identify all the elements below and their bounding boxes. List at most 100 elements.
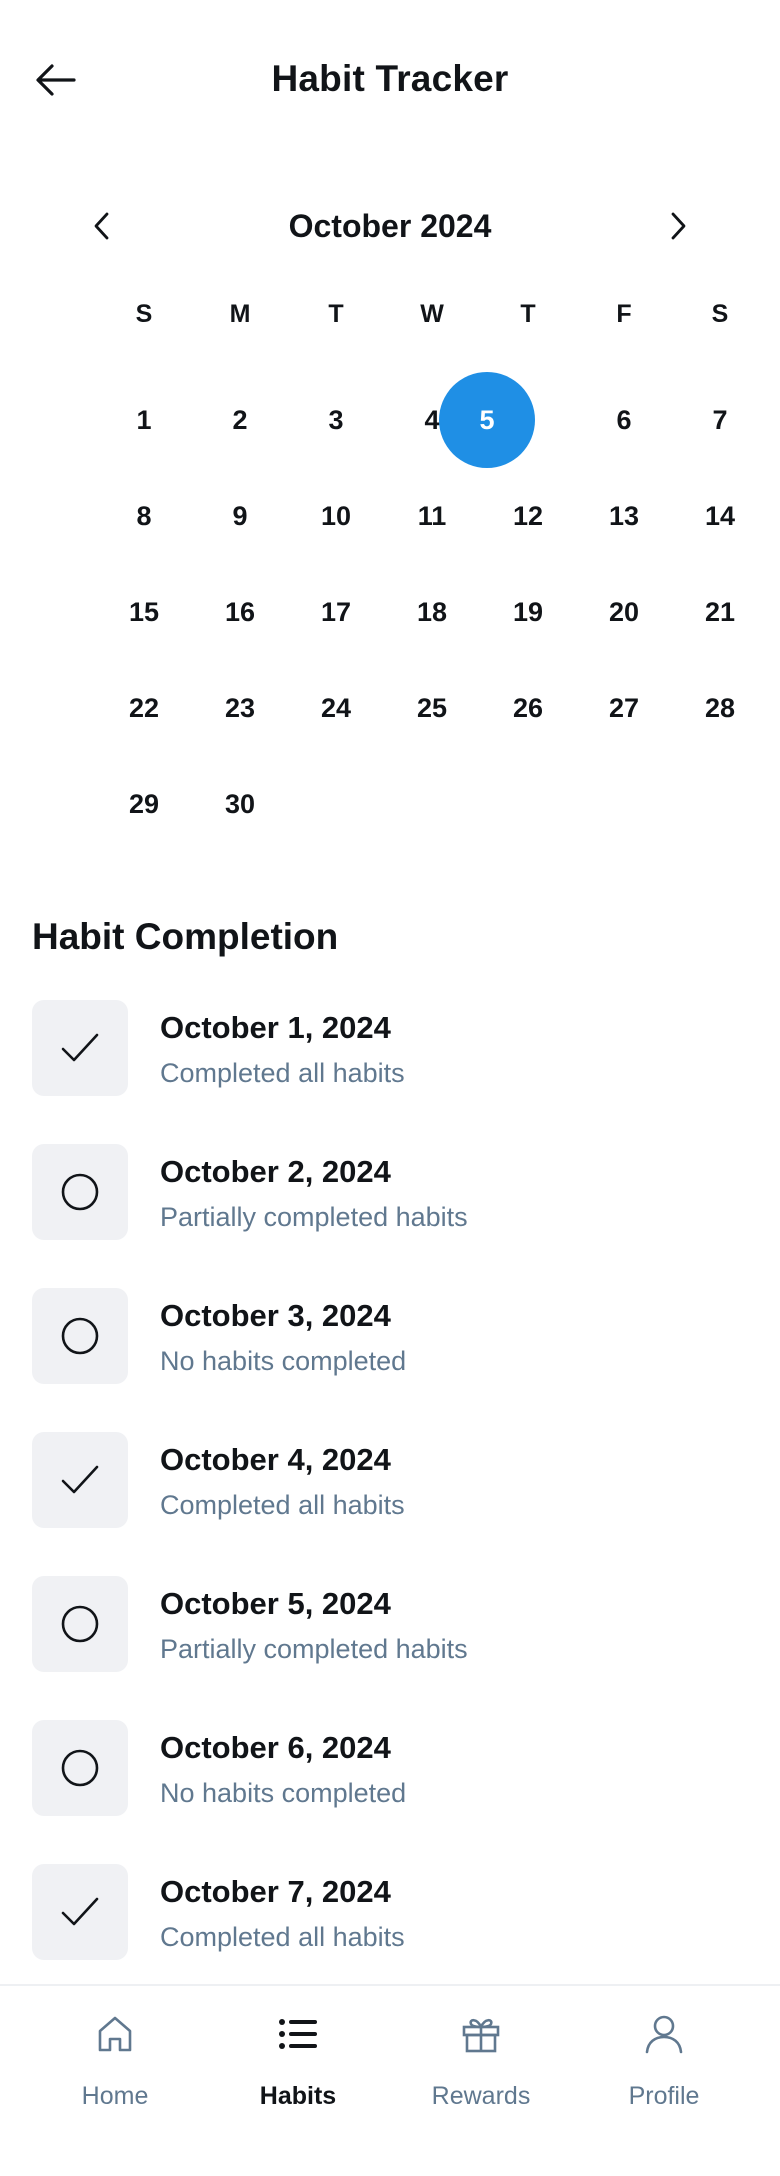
calendar-day[interactable]: 11 bbox=[384, 468, 480, 564]
day-number: 19 bbox=[512, 596, 544, 627]
month-navigation: October 2024 bbox=[0, 190, 780, 260]
page-title: Habit Tracker bbox=[271, 58, 509, 99]
status-icon-box bbox=[32, 1864, 128, 1960]
day-number: 29 bbox=[128, 788, 160, 819]
weekday-label: S bbox=[135, 300, 153, 328]
day-number: 23 bbox=[224, 692, 256, 723]
completion-status: No habits completed bbox=[160, 1778, 407, 1808]
day-number: 22 bbox=[128, 692, 160, 723]
day-number: 16 bbox=[224, 596, 256, 627]
nav-habits[interactable]: Habits bbox=[208, 2010, 388, 2130]
weekday-label: S bbox=[711, 300, 729, 328]
weekday-label: T bbox=[520, 300, 536, 328]
calendar-day[interactable]: 14 bbox=[672, 468, 768, 564]
circle-icon bbox=[61, 1749, 99, 1787]
calendar-day[interactable]: 20 bbox=[576, 564, 672, 660]
calendar-day[interactable]: 26 bbox=[480, 660, 576, 756]
calendar-day[interactable]: 22 bbox=[96, 660, 192, 756]
list-item[interactable]: October 6, 2024 No habits completed bbox=[32, 1720, 748, 1820]
check-icon bbox=[61, 1465, 99, 1494]
completion-date: October 1, 2024 bbox=[160, 1010, 391, 1045]
calendar-day[interactable]: 6 bbox=[576, 372, 672, 468]
day-number: 5 bbox=[439, 372, 535, 468]
day-number: 25 bbox=[416, 692, 448, 723]
calendar-day[interactable]: 19 bbox=[480, 564, 576, 660]
nav-rewards[interactable]: Rewards bbox=[391, 2010, 571, 2130]
gift-icon bbox=[457, 2010, 505, 2058]
day-number: 14 bbox=[704, 500, 736, 531]
status-icon-box bbox=[32, 1720, 128, 1816]
weekday-label: T bbox=[328, 300, 344, 328]
day-number: 17 bbox=[320, 596, 352, 627]
day-number: 4 bbox=[424, 404, 440, 435]
completion-status: Completed all habits bbox=[160, 1490, 405, 1520]
section-title: Habit Completion bbox=[32, 916, 339, 957]
calendar-day[interactable]: 28 bbox=[672, 660, 768, 756]
calendar-day[interactable]: 24 bbox=[288, 660, 384, 756]
chevron-right-icon bbox=[671, 212, 686, 240]
status-icon-box bbox=[32, 1000, 128, 1096]
status-icon-box bbox=[32, 1432, 128, 1528]
day-number: 11 bbox=[417, 500, 447, 531]
day-number: 10 bbox=[320, 500, 352, 531]
list-item[interactable]: October 1, 2024 Completed all habits bbox=[32, 1000, 748, 1100]
calendar-day[interactable]: 17 bbox=[288, 564, 384, 660]
calendar-grid: 1 2 3 4 5 6 7 8 9 10 11 12 13 14 15 16 1… bbox=[96, 372, 766, 852]
completion-status: Completed all habits bbox=[160, 1922, 405, 1952]
day-number: 18 bbox=[416, 596, 448, 627]
calendar-day[interactable]: 18 bbox=[384, 564, 480, 660]
calendar-day[interactable]: 23 bbox=[192, 660, 288, 756]
day-number: 27 bbox=[608, 692, 640, 723]
calendar-day[interactable]: 21 bbox=[672, 564, 768, 660]
completion-status: Partially completed habits bbox=[160, 1202, 468, 1232]
completion-date: October 6, 2024 bbox=[160, 1730, 391, 1765]
status-icon-box bbox=[32, 1288, 128, 1384]
list-item[interactable]: October 3, 2024 No habits completed bbox=[32, 1288, 748, 1388]
completion-date: October 3, 2024 bbox=[160, 1298, 391, 1333]
day-number: 7 bbox=[712, 404, 728, 435]
calendar-day[interactable]: 13 bbox=[576, 468, 672, 564]
nav-home[interactable]: Home bbox=[25, 2010, 205, 2130]
circle-icon bbox=[61, 1173, 99, 1211]
nav-label: Rewards bbox=[431, 2082, 531, 2110]
user-icon bbox=[640, 2010, 688, 2058]
weekday-label: W bbox=[420, 300, 444, 328]
calendar-day[interactable]: 3 bbox=[288, 372, 384, 468]
calendar-day[interactable]: 2 bbox=[192, 372, 288, 468]
calendar-day[interactable]: 27 bbox=[576, 660, 672, 756]
day-number: 13 bbox=[608, 500, 640, 531]
day-number: 24 bbox=[320, 692, 352, 723]
calendar-day[interactable]: 10 bbox=[288, 468, 384, 564]
day-number: 6 bbox=[616, 404, 632, 435]
day-number: 9 bbox=[232, 500, 248, 531]
calendar-day[interactable]: 8 bbox=[96, 468, 192, 564]
completion-status: No habits completed bbox=[160, 1346, 407, 1376]
nav-profile[interactable]: Profile bbox=[574, 2010, 754, 2130]
calendar-day[interactable]: 15 bbox=[96, 564, 192, 660]
weekday-header: S M T W T F S bbox=[96, 300, 766, 350]
day-number: 26 bbox=[512, 692, 544, 723]
day-number: 1 bbox=[136, 404, 152, 435]
list-item[interactable]: October 5, 2024 Partially completed habi… bbox=[32, 1576, 748, 1676]
next-month-button[interactable] bbox=[654, 202, 702, 250]
nav-label: Profile bbox=[628, 2082, 700, 2110]
calendar-day[interactable]: 29 bbox=[96, 756, 192, 852]
weekday-label: F bbox=[616, 300, 632, 328]
calendar-day[interactable]: 7 bbox=[672, 372, 768, 468]
calendar-day[interactable]: 16 bbox=[192, 564, 288, 660]
list-item[interactable]: October 4, 2024 Completed all habits bbox=[32, 1432, 748, 1532]
status-icon-box bbox=[32, 1576, 128, 1672]
calendar-day[interactable]: 25 bbox=[384, 660, 480, 756]
calendar-day[interactable]: 9 bbox=[192, 468, 288, 564]
list-item[interactable]: October 7, 2024 Completed all habits bbox=[32, 1864, 748, 1964]
completion-status: Completed all habits bbox=[160, 1058, 405, 1088]
calendar-day[interactable]: 12 bbox=[480, 468, 576, 564]
circle-icon bbox=[61, 1605, 99, 1643]
calendar-day[interactable]: 30 bbox=[192, 756, 288, 852]
app-header: Habit Tracker bbox=[0, 0, 780, 160]
calendar-day[interactable]: 1 bbox=[96, 372, 192, 468]
completion-date: October 4, 2024 bbox=[160, 1442, 391, 1477]
day-number: 28 bbox=[704, 692, 736, 723]
list-item[interactable]: October 2, 2024 Partially completed habi… bbox=[32, 1144, 748, 1244]
calendar-day-selected[interactable]: 5 bbox=[439, 372, 535, 468]
